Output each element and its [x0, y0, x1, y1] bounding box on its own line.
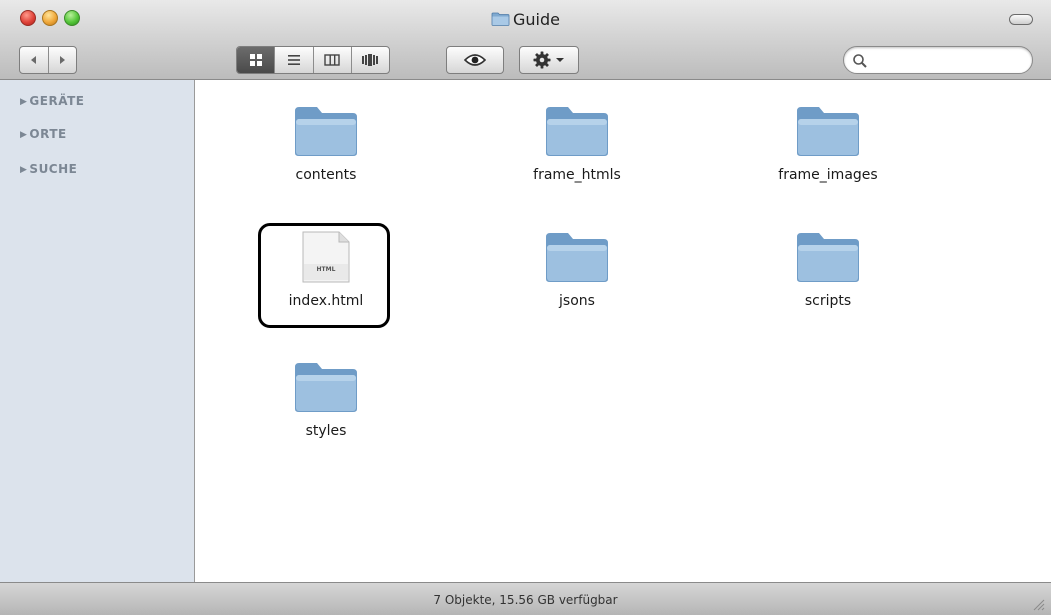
finder-window: Guide ▶ GERÄTE ▶ ORTE ▶ SUCHE contents f…	[0, 0, 1051, 615]
back-button[interactable]	[20, 47, 48, 73]
file-name: contents	[295, 167, 357, 183]
folder-icon	[295, 107, 357, 156]
file-item-jsons[interactable]: jsons	[497, 230, 657, 309]
folder-icon	[491, 12, 510, 26]
file-name: jsons	[559, 293, 595, 309]
coverflow-view-icon	[362, 54, 379, 66]
file-name: styles	[305, 423, 347, 439]
disclosure-triangle-icon: ▶	[20, 97, 28, 107]
back-forward-control	[19, 46, 77, 74]
column-view-icon	[324, 54, 340, 66]
view-mode-control	[236, 46, 390, 74]
sidebar-item-geraete[interactable]: ▶ GERÄTE	[20, 94, 84, 108]
gear-icon	[533, 51, 551, 69]
coverflow-view-button[interactable]	[350, 47, 389, 73]
list-view-button[interactable]	[274, 47, 312, 73]
toolbar-toggle-button[interactable]	[1009, 14, 1033, 25]
title-bar: Guide	[0, 0, 1051, 80]
file-name: scripts	[804, 293, 852, 309]
sidebar-item-label: GERÄTE	[29, 94, 85, 108]
file-icon-grid: contents frame_htmls frame_images HTML i…	[195, 80, 1051, 582]
search-icon	[853, 54, 867, 68]
sidebar-item-label: ORTE	[29, 127, 67, 141]
html-badge-text: HTML	[317, 266, 336, 273]
list-view-icon	[287, 55, 300, 65]
folder-icon	[797, 233, 859, 282]
file-name: frame_htmls	[533, 167, 621, 183]
back-arrow-icon	[30, 56, 36, 64]
folder-icon	[797, 107, 859, 156]
file-item-scripts[interactable]: scripts	[748, 230, 908, 309]
quick-look-button[interactable]	[446, 46, 504, 74]
folder-icon	[295, 363, 357, 412]
html-document-icon: HTML	[302, 231, 350, 283]
disclosure-triangle-icon: ▶	[20, 130, 28, 140]
chevron-down-icon	[556, 58, 564, 62]
folder-icon	[546, 233, 608, 282]
status-text: 7 Objekte, 15.56 GB verfügbar	[433, 593, 618, 607]
file-item-contents[interactable]: contents	[246, 104, 406, 183]
icon-view-icon	[249, 54, 262, 66]
sidebar-item-suche[interactable]: ▶ SUCHE	[20, 162, 77, 176]
file-item-index-html[interactable]: HTML index.html	[246, 230, 406, 309]
status-bar: 7 Objekte, 15.56 GB verfügbar	[0, 582, 1051, 615]
folder-icon	[546, 107, 608, 156]
forward-button[interactable]	[47, 47, 77, 73]
sidebar-item-label: SUCHE	[29, 162, 78, 176]
sidebar: ▶ GERÄTE ▶ ORTE ▶ SUCHE	[0, 80, 195, 582]
file-name: frame_images	[778, 167, 878, 183]
icon-view-button[interactable]	[237, 47, 275, 73]
file-item-styles[interactable]: styles	[246, 360, 406, 439]
disclosure-triangle-icon: ▶	[20, 165, 28, 175]
window-title-text: Guide	[513, 10, 560, 29]
search-input[interactable]	[872, 51, 1026, 71]
action-menu-button[interactable]	[519, 46, 579, 74]
sidebar-item-orte[interactable]: ▶ ORTE	[20, 127, 67, 141]
file-item-frame-htmls[interactable]: frame_htmls	[497, 104, 657, 183]
file-item-frame-images[interactable]: frame_images	[748, 104, 908, 183]
window-title: Guide	[0, 9, 1051, 29]
resize-grip-icon[interactable]	[1031, 597, 1045, 611]
search-field[interactable]	[843, 46, 1033, 74]
file-name: index.html	[288, 293, 364, 309]
forward-arrow-icon	[60, 56, 66, 64]
eye-icon	[464, 54, 486, 66]
column-view-button[interactable]	[312, 47, 351, 73]
